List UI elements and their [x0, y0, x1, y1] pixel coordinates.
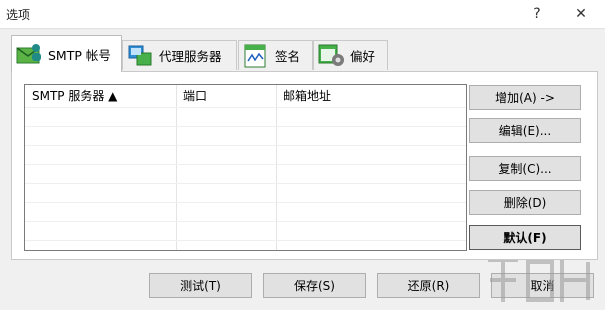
tab-preferences[interactable]: 偏好 [313, 40, 388, 70]
tab-proxy-server[interactable]: 代理服务器 [122, 40, 237, 70]
smtp-account-icon [16, 44, 41, 64]
signature-icon [244, 44, 266, 67]
edit-button[interactable]: 编辑(E)... [469, 118, 581, 143]
column-header-port[interactable]: 端口 [176, 85, 276, 107]
column-header-email-address[interactable]: 邮箱地址 [276, 85, 466, 107]
test-button[interactable]: 测试(T) [149, 273, 252, 298]
add-button[interactable]: 增加(A) -> [469, 85, 581, 110]
help-icon: ? [533, 6, 541, 22]
cancel-button[interactable]: 取消 [491, 273, 594, 298]
title-bar: 选项 ? ✕ [0, 0, 605, 29]
preferences-icon [318, 44, 344, 66]
tab-label: 签名 [275, 49, 301, 64]
window-title: 选项 [6, 8, 31, 22]
save-button[interactable]: 保存(S) [263, 273, 366, 298]
tab-label: SMTP 帐号 [48, 47, 111, 63]
tab-label: 偏好 [350, 49, 376, 64]
close-button[interactable]: ✕ [559, 0, 603, 28]
proxy-server-icon [128, 45, 152, 65]
column-header-smtp-server[interactable]: SMTP 服务器 ▲ [25, 85, 176, 107]
tab-smtp-account[interactable]: SMTP 帐号 [11, 35, 122, 72]
default-button[interactable]: 默认(F) [469, 225, 581, 250]
smtp-accounts-table[interactable]: SMTP 服务器 ▲ 端口 邮箱地址 [24, 84, 467, 251]
tab-label: 代理服务器 [159, 49, 222, 64]
tab-signature[interactable]: 签名 [238, 40, 313, 70]
table-header: SMTP 服务器 ▲ 端口 邮箱地址 [25, 85, 466, 107]
help-button[interactable]: ? [515, 0, 559, 28]
delete-button[interactable]: 删除(D) [469, 190, 581, 215]
restore-button[interactable]: 还原(R) [377, 273, 480, 298]
copy-button[interactable]: 复制(C)... [469, 156, 581, 181]
close-icon: ✕ [575, 6, 587, 22]
